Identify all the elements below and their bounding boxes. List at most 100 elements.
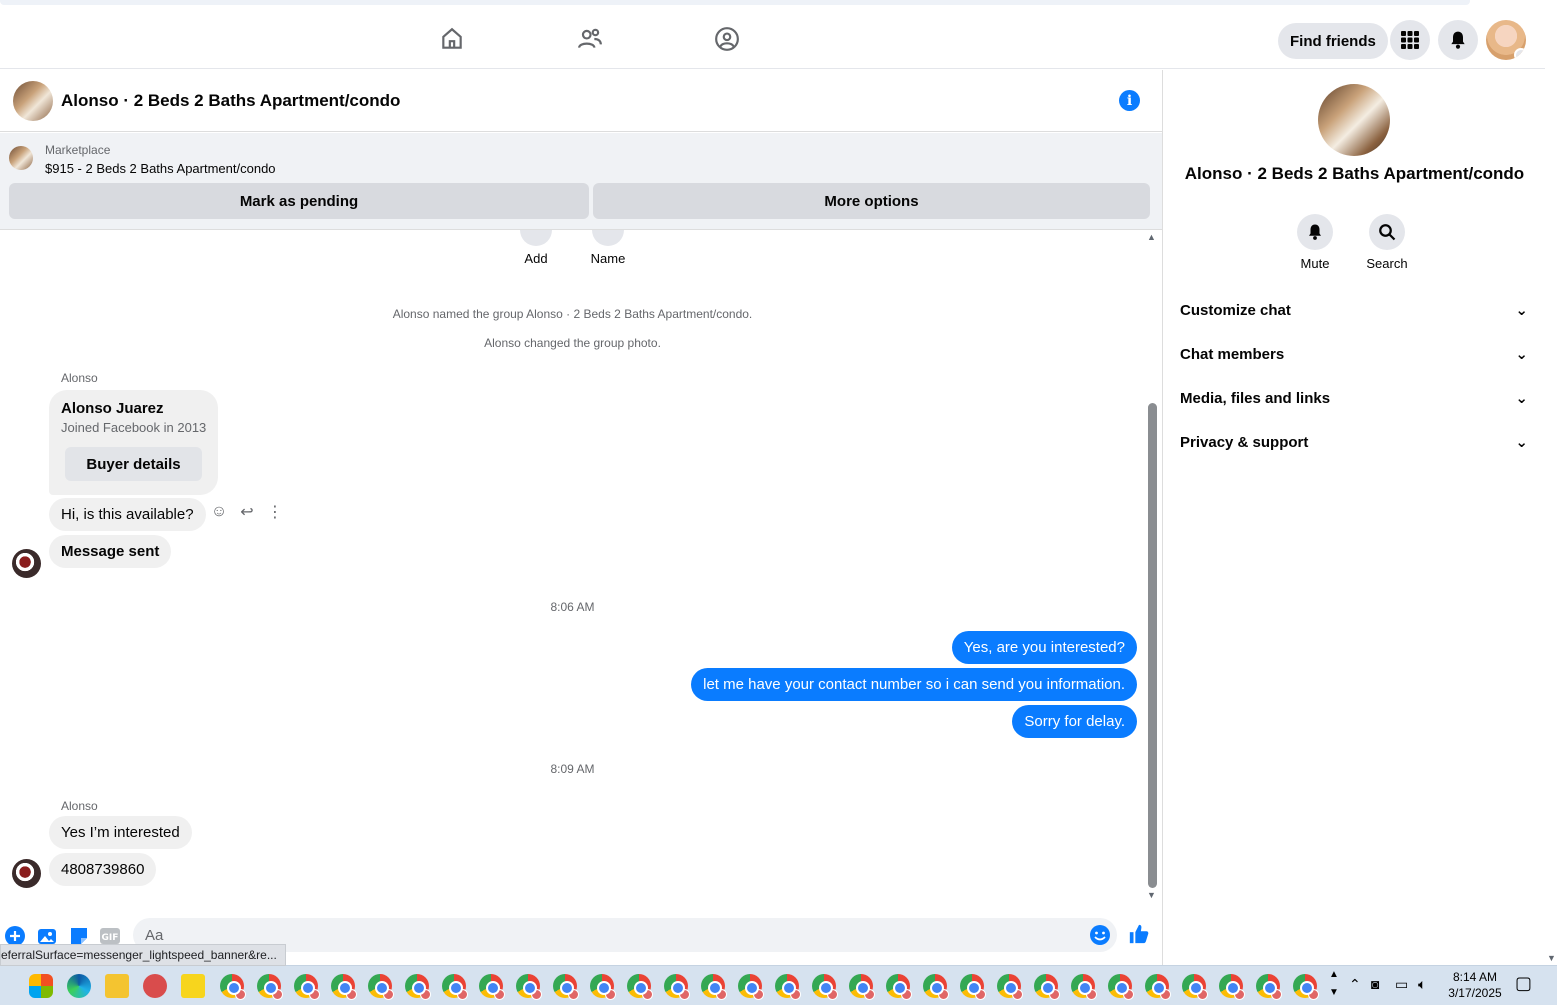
timestamp: 8:09 AM — [550, 762, 595, 776]
groups-icon[interactable] — [712, 24, 742, 54]
message-list[interactable]: Add Name Alonso named the group Alonso ·… — [0, 230, 1145, 910]
emoji-icon[interactable] — [1089, 924, 1111, 946]
profile-badge-icon — [1049, 989, 1060, 1000]
profile-badge-icon — [679, 989, 690, 1000]
more-options-button[interactable]: More options — [593, 183, 1150, 219]
section-media-files-links[interactable]: Media, files and links ⌄ — [1180, 388, 1528, 408]
chrome-window-icon[interactable] — [923, 974, 949, 1000]
sent-message-bubble[interactable]: Sorry for delay. — [1012, 705, 1137, 738]
profile-badge-icon — [346, 989, 357, 1000]
scroll-up-arrow[interactable]: ▲ — [1147, 232, 1156, 242]
scroll-down-arrow[interactable]: ▼ — [1547, 953, 1556, 963]
scrollbar-thumb[interactable] — [1148, 403, 1157, 888]
volume-icon[interactable]: 🔈︎ — [1418, 976, 1426, 993]
profile-badge-icon — [309, 989, 320, 1000]
network-icon[interactable]: ▭ — [1395, 976, 1408, 993]
chrome-window-icon[interactable] — [1034, 974, 1060, 1000]
chrome-window-icon[interactable] — [220, 974, 246, 1000]
account-avatar[interactable]: ⌄ — [1486, 20, 1526, 60]
system-message: Alonso named the group Alonso · 2 Beds 2… — [392, 307, 753, 321]
sender-avatar[interactable] — [12, 549, 41, 578]
group-photo-large[interactable] — [1318, 84, 1390, 156]
profile-badge-icon — [1086, 989, 1097, 1000]
chrome-window-icon[interactable] — [479, 974, 505, 1000]
taskbar-clock[interactable]: 8:14 AM 3/17/2025 — [1440, 969, 1510, 1001]
scroll-down-arrow[interactable]: ▼ — [1147, 890, 1156, 900]
chrome-window-icon[interactable] — [1108, 974, 1134, 1000]
notifications-bell-icon[interactable] — [1438, 20, 1478, 60]
name-group-action[interactable]: Name — [586, 230, 630, 266]
sent-message-bubble[interactable]: let me have your contact number so i can… — [691, 668, 1137, 701]
buyer-details-button[interactable]: Buyer details — [65, 447, 202, 481]
sent-message-bubble[interactable]: Yes, are you interested? — [951, 631, 1137, 664]
profile-badge-icon — [531, 989, 542, 1000]
group-photo[interactable] — [13, 80, 53, 121]
chrome-window-icon[interactable] — [590, 974, 616, 1000]
search-action[interactable]: Search — [1357, 214, 1417, 271]
chrome-window-icon[interactable] — [516, 974, 542, 1000]
chrome-window-icon[interactable] — [1219, 974, 1245, 1000]
home-icon[interactable] — [437, 24, 467, 54]
listing-title[interactable]: $915 - 2 Beds 2 Baths Apartment/condo — [45, 161, 276, 176]
chrome-window-icon[interactable] — [405, 974, 431, 1000]
add-people-action[interactable]: Add — [516, 230, 556, 266]
chrome-window-icon[interactable] — [627, 974, 653, 1000]
page-scrollbar[interactable]: ▼ — [1545, 70, 1557, 965]
chrome-window-icon[interactable] — [294, 974, 320, 1000]
meet-icon[interactable]: ◙ — [1371, 976, 1379, 992]
chrome-window-icon[interactable] — [553, 974, 579, 1000]
message-bubble[interactable]: Hi, is this available? — [49, 498, 206, 531]
chrome-window-icon[interactable] — [738, 974, 764, 1000]
edge-icon[interactable] — [67, 974, 91, 998]
chrome-window-icon[interactable] — [1145, 974, 1171, 1000]
chrome-window-icon[interactable] — [368, 974, 394, 1000]
app-icon[interactable] — [143, 974, 167, 998]
chat-title[interactable]: Alonso · 2 Beds 2 Baths Apartment/condo — [61, 91, 400, 111]
chrome-window-icon[interactable] — [331, 974, 357, 1000]
marketplace-banner: Marketplace $915 - 2 Beds 2 Baths Apartm… — [0, 133, 1162, 230]
chrome-window-icon[interactable] — [1256, 974, 1282, 1000]
info-icon[interactable]: i — [1119, 90, 1140, 111]
chrome-window-icon[interactable] — [886, 974, 912, 1000]
chrome-window-icon[interactable] — [997, 974, 1023, 1000]
chrome-window-icon[interactable] — [442, 974, 468, 1000]
menu-grid-icon[interactable] — [1390, 20, 1430, 60]
copilot-icon[interactable] — [29, 974, 53, 998]
chrome-window-icon[interactable] — [701, 974, 727, 1000]
chrome-window-icon[interactable] — [257, 974, 283, 1000]
file-explorer-icon[interactable] — [105, 974, 129, 998]
message-bubble[interactable]: Message sent — [49, 535, 172, 568]
link-status-bar: eferralSurface=messenger_lightspeed_bann… — [0, 944, 286, 966]
mute-action[interactable]: Mute — [1285, 214, 1345, 271]
sender-avatar[interactable] — [12, 859, 41, 888]
mark-pending-button[interactable]: Mark as pending — [9, 183, 589, 219]
chrome-window-icon[interactable] — [960, 974, 986, 1000]
message-bubble[interactable]: Yes I’m interested — [49, 816, 192, 849]
section-chat-members[interactable]: Chat members ⌄ — [1180, 344, 1528, 364]
chrome-window-icon[interactable] — [1293, 974, 1319, 1000]
message-bubble[interactable]: 4808739860 — [49, 853, 157, 886]
sticky-notes-icon[interactable] — [181, 974, 205, 998]
react-icon[interactable]: ☺ — [210, 503, 228, 521]
chrome-window-icon[interactable] — [812, 974, 838, 1000]
reply-icon[interactable]: ↩ — [238, 503, 256, 521]
chevron-down-icon: ⌄ — [1515, 390, 1528, 407]
messages-scrollbar[interactable]: ▲ ▼ — [1145, 230, 1161, 902]
chevron-up-icon[interactable]: ⌃ — [1349, 976, 1361, 993]
chrome-window-icon[interactable] — [849, 974, 875, 1000]
thumbs-up-icon[interactable] — [1128, 923, 1150, 945]
chrome-window-icon[interactable] — [775, 974, 801, 1000]
chrome-window-icon[interactable] — [1071, 974, 1097, 1000]
more-icon[interactable]: ⋮ — [266, 503, 284, 521]
section-customize-chat[interactable]: Customize chat ⌄ — [1180, 300, 1528, 320]
message-actions: ☺ ↩ ⋮ — [210, 503, 284, 521]
find-friends-button[interactable]: Find friends — [1278, 23, 1388, 59]
listing-thumbnail[interactable] — [9, 146, 33, 170]
section-privacy-support[interactable]: Privacy & support ⌄ — [1180, 432, 1528, 452]
chrome-window-icon[interactable] — [1182, 974, 1208, 1000]
chrome-window-icon[interactable] — [664, 974, 690, 1000]
notification-center-icon[interactable]: ▢ — [1515, 973, 1532, 994]
sender-name: Alonso — [61, 371, 98, 385]
taskbar-scroll-icon[interactable]: ▲ ▼ — [1329, 966, 1339, 1002]
friends-icon[interactable] — [575, 24, 605, 54]
